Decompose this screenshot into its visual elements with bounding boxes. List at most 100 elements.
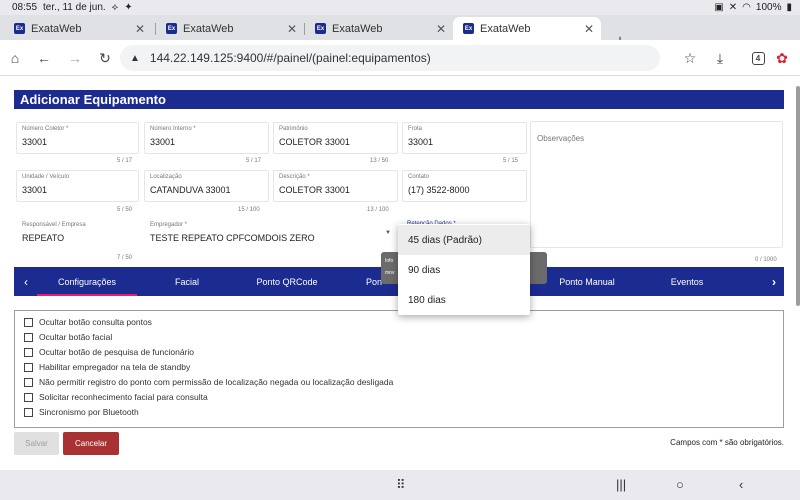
tab-title: ExataWeb [183, 22, 234, 35]
accessibility-icon: ✦ [124, 2, 133, 13]
back-nav-icon[interactable]: ‹ [739, 477, 743, 492]
close-icon[interactable]: ✕ [284, 22, 300, 36]
checkbox-icon[interactable] [24, 377, 33, 387]
checkbox-label: Solicitar reconhecimento facial para con… [39, 392, 208, 402]
responsavel-field[interactable]: Responsável / Empresa REPEATO [16, 218, 139, 250]
tab-title: ExataWeb [332, 22, 383, 35]
chevron-down-icon: ▼ [385, 230, 391, 236]
descricao-field[interactable]: Descrição * COLETOR 33001 [273, 170, 398, 202]
tooltip-text: Info [385, 258, 394, 264]
tab-title: ExataWeb [480, 22, 531, 35]
observacoes-textarea[interactable]: Observações [530, 121, 783, 248]
patrimonio-field[interactable]: Patrimônio COLETOR 33001 [273, 122, 398, 154]
checkbox-habilitar-empregador-standby[interactable]: Habilitar empregador na tela de standby [24, 361, 190, 373]
field-value: 33001 [22, 185, 48, 195]
checkbox-ocultar-pesquisa-funcionario[interactable]: Ocultar botão de pesquisa de funcionário [24, 346, 194, 358]
contato-field[interactable]: Contato (17) 3522-8000 [402, 170, 527, 202]
checkbox-icon[interactable] [24, 332, 33, 342]
checkbox-icon[interactable] [24, 407, 33, 417]
checkbox-ocultar-consulta-pontos[interactable]: Ocultar botão consulta pontos [24, 316, 152, 328]
page-scrollbar[interactable] [796, 86, 800, 306]
field-label: Observações [537, 134, 585, 143]
chevron-right-icon[interactable]: › [764, 267, 784, 296]
frota-field[interactable]: Frota 33001 [402, 122, 527, 154]
checkbox-nao-permitir-sem-localizacao[interactable]: Não permitir registro do ponto com permi… [24, 376, 393, 388]
home-icon[interactable]: ⌂ [6, 49, 24, 67]
checkbox-label: Ocultar botão facial [39, 332, 113, 342]
field-label: Descrição * [279, 174, 310, 180]
close-icon[interactable]: ✕ [132, 22, 148, 36]
checkbox-icon[interactable] [24, 392, 33, 402]
browser-tab-strip: Ex ExataWeb ✕ Ex ExataWeb ✕ Ex ExataWeb … [0, 15, 800, 50]
exataweb-favicon-icon: Ex [166, 23, 177, 34]
battery-icon: ▮ [786, 2, 792, 13]
page-title: Adicionar Equipamento [14, 90, 784, 109]
char-counter: 0 / 1000 [755, 257, 777, 263]
browser-tab[interactable]: Ex ExataWeb ✕ [156, 17, 304, 40]
reload-icon[interactable]: ↻ [96, 49, 114, 67]
field-label: Número Interno * [150, 126, 196, 132]
checkbox-icon[interactable] [24, 362, 33, 372]
exataweb-favicon-icon: Ex [315, 23, 326, 34]
field-value: 33001 [408, 137, 434, 147]
home-circle-icon[interactable]: ○ [676, 477, 684, 492]
tab-title: ExataWeb [31, 22, 82, 35]
browser-tab[interactable]: Ex ExataWeb ✕ [4, 17, 152, 40]
recent-apps-icon[interactable]: ||| [616, 477, 626, 492]
tab-configuracoes[interactable]: Configurações [37, 267, 137, 296]
dropdown-option-45-dias[interactable]: 45 dias (Padrão) [398, 225, 530, 255]
status-date: ter., 11 de jun. [43, 2, 106, 13]
exataweb-favicon-icon: Ex [14, 23, 25, 34]
checkbox-icon[interactable] [24, 317, 33, 327]
required-fields-note: Campos com * são obrigatórios. [670, 438, 784, 447]
dropdown-option-180-dias[interactable]: 180 dias [398, 285, 530, 315]
forward-icon[interactable]: → [66, 49, 84, 67]
close-icon[interactable]: ✕ [433, 22, 449, 36]
tab-eventos[interactable]: Eventos [637, 267, 737, 296]
address-bar[interactable]: ▲ 144.22.149.125:9400/#/painel/(painel:e… [120, 45, 660, 71]
app-drawer-icon[interactable]: ⠿ [396, 477, 406, 493]
checkbox-icon[interactable] [24, 347, 33, 357]
back-icon[interactable]: ← [35, 49, 53, 67]
checkbox-solicitar-reconhecimento-facial[interactable]: Solicitar reconhecimento facial para con… [24, 391, 208, 403]
char-counter: 15 / 100 [238, 207, 260, 213]
char-counter: 5 / 17 [246, 158, 262, 164]
char-counter: 5 / 17 [117, 158, 133, 164]
field-label: Empregador * [150, 222, 188, 228]
numero-coletor-field[interactable]: Número Coletor * 33001 [16, 122, 139, 154]
chevron-left-icon[interactable]: ‹ [16, 267, 36, 296]
dropdown-option-90-dias[interactable]: 90 dias [398, 255, 530, 285]
field-value: COLETOR 33001 [279, 185, 350, 195]
cancel-button[interactable]: Cancelar [63, 432, 119, 455]
numero-interno-field[interactable]: Número Interno * 33001 [144, 122, 269, 154]
field-label: Número Coletor * [22, 126, 69, 132]
wifi-icon: ◠ [742, 2, 751, 13]
save-button[interactable]: Salvar [14, 432, 59, 455]
browser-tab[interactable]: Ex ExataWeb ✕ [305, 17, 453, 40]
field-label: Frota [408, 126, 423, 132]
localizacao-field[interactable]: Localização CATANDUVA 33001 [144, 170, 269, 202]
retencao-dados-dropdown: 45 dias (Padrão) 90 dias 180 dias [398, 224, 530, 315]
unidade-veiculo-field[interactable]: Unidade / Veículo 33001 [16, 170, 139, 202]
tab-switcher-button[interactable]: 4 [749, 49, 767, 67]
field-value: 33001 [22, 137, 48, 147]
checkbox-sincronismo-bluetooth[interactable]: Sincronismo por Bluetooth [24, 406, 139, 418]
bookmark-star-icon[interactable]: ☆ [681, 49, 699, 67]
checkbox-label: Não permitir registro do ponto com permi… [39, 377, 394, 387]
browser-tab-active[interactable]: Ex ExataWeb ✕ [453, 17, 601, 40]
char-counter: 7 / 50 [117, 255, 133, 261]
close-icon[interactable]: ✕ [581, 22, 597, 36]
tab-ponto-qrcode[interactable]: Ponto QRCode [237, 267, 337, 296]
checkbox-label: Ocultar botão de pesquisa de funcionário [39, 347, 194, 357]
configuracoes-panel: Ocultar botão consulta pontos Ocultar bo… [14, 310, 784, 428]
extension-icon[interactable]: ✿ [773, 49, 791, 67]
tab-ponto-manual[interactable]: Ponto Manual [537, 267, 637, 296]
empregador-select[interactable]: Empregador * TESTE REPEATO CPFCOMDOIS ZE… [144, 218, 398, 250]
browser-toolbar: ⌂ ← → ↻ ▲ 144.22.149.125:9400/#/painel/(… [0, 40, 800, 76]
download-icon[interactable]: ⤓ [711, 49, 729, 67]
tab-facial[interactable]: Facial [137, 267, 237, 296]
android-navigation-bar: ⠿ ||| ○ ‹ [0, 470, 800, 500]
not-secure-warning-icon[interactable]: ▲ [130, 53, 140, 64]
checkbox-ocultar-facial[interactable]: Ocultar botão facial [24, 331, 112, 343]
field-label: Patrimônio [279, 126, 308, 132]
